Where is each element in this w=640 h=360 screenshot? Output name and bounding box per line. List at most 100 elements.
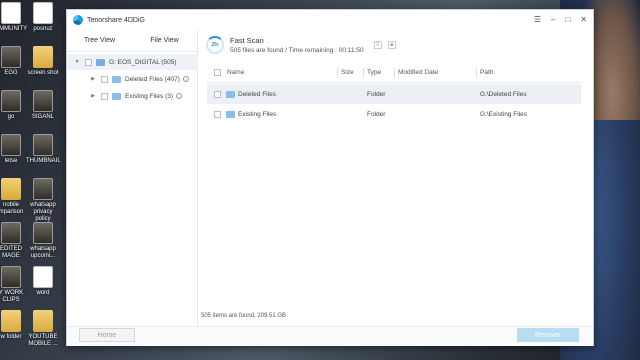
select-all-checkbox[interactable] bbox=[214, 69, 221, 76]
app-window: Tenorshare 4DDiG ☰ – □ ✕ Tree View File … bbox=[66, 9, 594, 346]
info-icon[interactable]: i bbox=[182, 76, 189, 82]
scan-header: 2% Fast Scan 505 files are found / Time … bbox=[206, 32, 396, 58]
desktop-icon-label: THUMBNAIL bbox=[26, 158, 61, 164]
table-row[interactable]: Deleted Files Folder G:\Deleted Files bbox=[207, 84, 581, 104]
scan-info: Fast Scan 505 files are found / Time rem… bbox=[230, 36, 364, 54]
column-type[interactable]: Type bbox=[367, 69, 381, 76]
window-controls: ☰ – □ ✕ bbox=[534, 15, 587, 24]
image-icon bbox=[33, 134, 53, 156]
scan-progress-label: 2% bbox=[211, 42, 219, 48]
desktop-icon-label: whatsapp upcomi... bbox=[30, 246, 56, 259]
desktop-icon[interactable]: word bbox=[26, 266, 60, 297]
image-icon bbox=[33, 178, 53, 200]
recover-button[interactable]: Recover bbox=[517, 328, 579, 342]
row-name: Deleted Files bbox=[238, 90, 276, 98]
document-icon bbox=[33, 2, 53, 24]
desktop-icon-label: SIGANL bbox=[31, 114, 54, 120]
desktop-icon[interactable]: YOUTUBE MOBILE ... bbox=[26, 310, 60, 348]
footer-bar: Home Recover bbox=[67, 326, 593, 346]
column-path[interactable]: Path bbox=[480, 69, 493, 76]
view-tabs: Tree View File View bbox=[67, 30, 197, 52]
column-size[interactable]: Size bbox=[341, 69, 354, 76]
app-title: Tenorshare 4DDiG bbox=[87, 16, 145, 24]
row-checkbox[interactable] bbox=[214, 90, 221, 98]
deleted-files-checkbox[interactable] bbox=[101, 75, 108, 83]
minimize-icon[interactable]: – bbox=[551, 15, 555, 24]
maximize-icon[interactable]: □ bbox=[565, 15, 570, 24]
row-path: G:\Deleted Files bbox=[480, 90, 527, 98]
close-icon[interactable]: ✕ bbox=[580, 15, 587, 24]
tree-item-drive[interactable]: ▼ G: EOS_DIGITAL (505) bbox=[67, 54, 198, 70]
image-icon bbox=[1, 266, 21, 288]
existing-files-checkbox[interactable] bbox=[101, 92, 108, 100]
image-icon bbox=[33, 90, 53, 112]
app-logo-icon bbox=[73, 15, 83, 25]
column-divider[interactable] bbox=[337, 68, 338, 78]
scan-progress-ring: 2% bbox=[206, 36, 224, 54]
tree-pane: Tree View File View ▼ G: EOS_DIGITAL (50… bbox=[67, 30, 198, 326]
desktop-icon[interactable]: THUMBNAIL bbox=[26, 134, 61, 165]
desktop-icon[interactable]: nobile mparison bbox=[0, 178, 28, 216]
pause-icon[interactable]: II bbox=[373, 41, 382, 49]
scan-title: Fast Scan bbox=[230, 36, 264, 45]
desktop-icon[interactable]: screen shot bbox=[26, 46, 60, 77]
tree-item-deleted-files[interactable]: ▶ Deleted Files (407) i bbox=[67, 71, 198, 87]
desktop-icon[interactable]: EGG bbox=[0, 46, 28, 77]
table-row[interactable]: Existing Files Folder G:\Existing Files bbox=[207, 104, 581, 124]
drive-checkbox[interactable] bbox=[85, 58, 92, 66]
file-table: Name Size Type Modified Date Path Delete… bbox=[207, 63, 581, 315]
tree-item-label: G: EOS_DIGITAL (505) bbox=[109, 58, 177, 66]
home-button[interactable]: Home bbox=[79, 328, 135, 342]
info-icon[interactable]: i bbox=[176, 93, 183, 99]
chevron-down-icon[interactable]: ▼ bbox=[73, 59, 81, 65]
row-checkbox[interactable] bbox=[214, 110, 221, 118]
tree-item-existing-files[interactable]: ▶ Existing Files (3) i bbox=[67, 88, 198, 104]
column-divider[interactable] bbox=[476, 68, 477, 78]
tree-item-label: Deleted Files (407) bbox=[125, 75, 180, 83]
desktop-icon[interactable]: go bbox=[0, 90, 28, 121]
column-modified-date[interactable]: Modified Date bbox=[398, 69, 438, 76]
desktop-icon[interactable]: w folder bbox=[0, 310, 28, 341]
desktop-icon[interactable]: posnuz bbox=[26, 2, 60, 33]
menu-icon[interactable]: ☰ bbox=[534, 15, 541, 24]
desktop-icon-label: word bbox=[36, 290, 50, 296]
desktop-icon[interactable]: whatsapp privacy policy bbox=[26, 178, 60, 223]
document-icon bbox=[1, 2, 21, 24]
desktop-icon[interactable]: SIGANL bbox=[26, 90, 60, 121]
folder-icon bbox=[33, 310, 53, 332]
table-header: Name Size Type Modified Date Path bbox=[207, 63, 581, 83]
desktop-icon-label: UMMUNITY bbox=[0, 26, 28, 32]
folder-icon bbox=[226, 90, 235, 98]
chevron-right-icon[interactable]: ▶ bbox=[89, 76, 97, 82]
desktop-icon-label: EGG bbox=[4, 70, 18, 76]
image-icon bbox=[1, 90, 21, 112]
desktop-icon[interactable]: whatsapp upcomi... bbox=[26, 222, 60, 260]
desktop-icon[interactable]: UMMUNITY bbox=[0, 2, 28, 33]
folder-icon bbox=[112, 75, 121, 83]
desktop-icon-label: w folder bbox=[0, 334, 22, 340]
folder-icon bbox=[1, 310, 21, 332]
desktop-icon-label: EDITED MAGE bbox=[0, 246, 22, 259]
folder-icon bbox=[1, 178, 21, 200]
chevron-right-icon[interactable]: ▶ bbox=[89, 93, 97, 99]
title-bar[interactable]: Tenorshare 4DDiG ☰ – □ ✕ bbox=[67, 10, 593, 30]
scan-summary: 505 files are found / Time remaining : 0… bbox=[230, 47, 364, 54]
desktop-icon[interactable]: letse bbox=[0, 134, 28, 165]
desktop-icon-label: letse bbox=[4, 158, 18, 164]
tab-tree-view[interactable]: Tree View bbox=[67, 30, 132, 51]
status-bar: 505 items are found, 209.51 GB bbox=[201, 313, 287, 319]
row-type: Folder bbox=[367, 90, 386, 98]
desktop-icon-label: posnuz bbox=[33, 26, 53, 32]
stop-icon[interactable]: ■ bbox=[387, 41, 396, 49]
column-divider[interactable] bbox=[363, 68, 364, 78]
desktop-icon-label: whatsapp privacy policy bbox=[30, 202, 56, 222]
tree-item-label: Existing Files (3) bbox=[125, 92, 174, 100]
scan-controls: II ■ bbox=[373, 41, 396, 49]
tab-file-view[interactable]: File View bbox=[132, 30, 197, 51]
desktop-icon[interactable]: Y WORK CLIPS bbox=[0, 266, 28, 304]
desktop-icon-label: Y WORK CLIPS bbox=[0, 290, 24, 303]
desktop-icon-label: screen shot bbox=[27, 70, 59, 76]
column-divider[interactable] bbox=[394, 68, 395, 78]
desktop-icon[interactable]: EDITED MAGE bbox=[0, 222, 28, 260]
column-name[interactable]: Name bbox=[227, 69, 244, 76]
